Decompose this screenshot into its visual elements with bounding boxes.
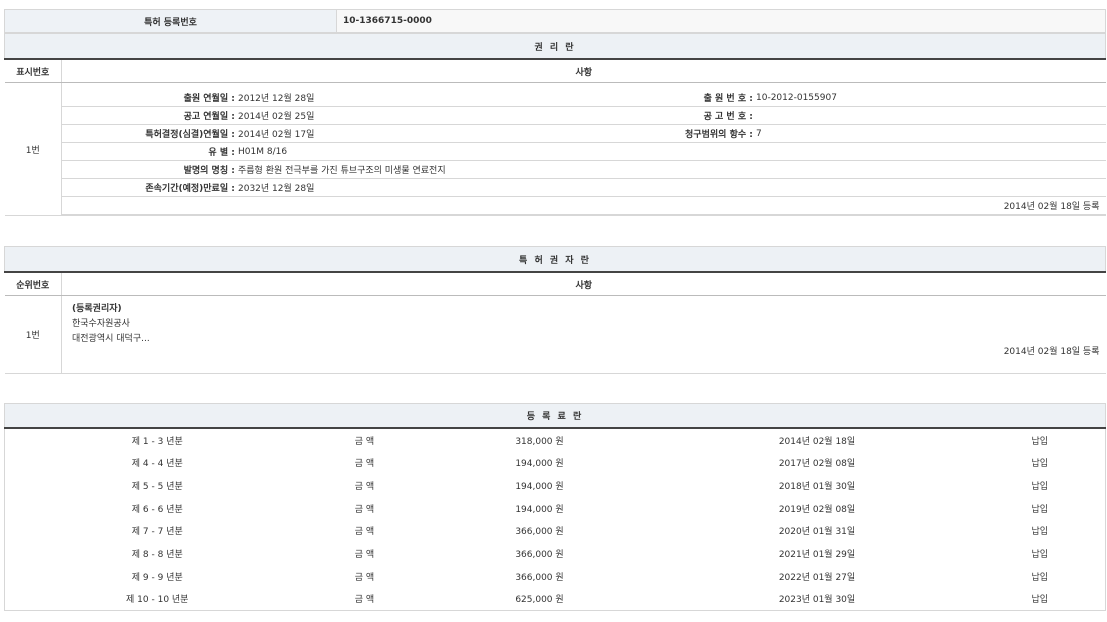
fee-period: 제 10 - 10 년분 [5,588,310,611]
holder-entry-index: 1번 [5,296,62,374]
fees-section: 등 록 료 란 제 1 - 3 년분금 액318,000 원2014년 02월 … [4,403,1106,611]
fee-amount-label: 금 액 [310,451,420,474]
fee-amount: 194,000 원 [420,474,660,497]
fee-payment-date: 2019년 02월 08일 [660,497,975,520]
fee-row: 제 5 - 5 년분금 액194,000 원2018년 01월 30일납입 [5,474,1106,497]
holder-name: 한국수자원공사 [72,316,1106,331]
fee-row: 제 7 - 7 년분금 액366,000 원2020년 01월 31일납입 [5,519,1106,542]
patent-number-label: 특허 등록번호 [5,10,337,33]
fee-amount-label: 금 액 [310,474,420,497]
fee-amount: 625,000 원 [420,588,660,611]
publication-number-value [756,107,1106,125]
fee-amount-label: 금 액 [310,565,420,588]
fee-amount-label: 금 액 [310,428,420,452]
rights-section: 권 리 란 표시번호 사항 1번 출원 연월일 : 2012년 12월 28일 … [4,33,1106,216]
filing-date-label: 출원 연월일 [184,94,229,104]
fee-row: 제 1 - 3 년분금 액318,000 원2014년 02월 18일납입 [5,428,1106,452]
fee-amount-label: 금 액 [310,588,420,611]
fee-payment-date: 2020년 01월 31일 [660,519,975,542]
rights-col-index: 표시번호 [5,59,62,83]
fee-row: 제 9 - 9 년분금 액366,000 원2022년 01월 27일납입 [5,565,1106,588]
fee-period: 제 9 - 9 년분 [5,565,310,588]
fee-amount: 366,000 원 [420,565,660,588]
fee-payment-date: 2018년 01월 30일 [660,474,975,497]
rights-entry-index: 1번 [5,83,62,216]
holder-col-details: 사항 [62,272,1106,296]
fee-amount-label: 금 액 [310,497,420,520]
fee-period: 제 6 - 6 년분 [5,497,310,520]
fee-status: 납입 [975,565,1106,588]
classification-label: 유 별 [208,148,228,158]
application-number-label: 출 원 번 호 [704,94,747,104]
fee-amount-label: 금 액 [310,519,420,542]
application-number-value: 10-2012-0155907 [756,89,1106,107]
fee-status: 납입 [975,542,1106,565]
publication-date-label: 공고 연월일 [184,112,229,122]
fee-period: 제 1 - 3 년분 [5,428,310,452]
fee-amount-label: 금 액 [310,542,420,565]
decision-date-value: 2014년 02월 17일 [238,125,510,143]
fee-row: 제 6 - 6 년분금 액194,000 원2019년 02월 08일납입 [5,497,1106,520]
publication-date-value: 2014년 02월 25일 [238,107,510,125]
fee-period: 제 7 - 7 년분 [5,519,310,542]
invention-title-value: 주름형 환원 전극부를 가진 튜브구조의 미생물 연료전지 [238,161,1106,179]
fee-amount: 366,000 원 [420,542,660,565]
fee-amount: 318,000 원 [420,428,660,452]
claims-count-value: 7 [756,125,1106,143]
fee-rows: 제 1 - 3 년분금 액318,000 원2014년 02월 18일납입제 4… [5,428,1106,611]
classification-value: H01M 8/16 [238,143,1106,161]
fee-payment-date: 2014년 02월 18일 [660,428,975,452]
fee-amount: 194,000 원 [420,497,660,520]
fee-row: 제 8 - 8 년분금 액366,000 원2021년 01월 29일납입 [5,542,1106,565]
fee-period: 제 5 - 5 년분 [5,474,310,497]
rights-registered-date: 2014년 02월 18일 등록 [62,197,1106,215]
patent-register: 특허 등록번호 10-1366715-0000 권 리 란 표시번호 사항 1번… [4,0,1106,611]
holder-registered-date: 2014년 02월 18일 등록 [72,344,1106,357]
fee-status: 납입 [975,497,1106,520]
invention-title-label: 발명의 명칭 [184,166,229,176]
decision-date-label: 특허결정(심결)연월일 [145,130,228,140]
rights-col-details: 사항 [62,59,1106,83]
fee-status: 납입 [975,451,1106,474]
fee-payment-date: 2021년 01월 29일 [660,542,975,565]
fee-payment-date: 2017년 02월 08일 [660,451,975,474]
holder-section: 특 허 권 자 란 순위번호 사항 1번 (등록권리자) 한국수자원공사 대전광… [4,246,1106,374]
patent-number-table: 특허 등록번호 10-1366715-0000 [4,9,1106,33]
claims-count-label: 청구범위의 항수 [685,130,746,140]
rights-entry-details: 출원 연월일 : 2012년 12월 28일 출 원 번 호 : 10-2012… [62,89,1106,215]
holder-type: (등록권리자) [72,301,1106,316]
patent-number-value: 10-1366715-0000 [337,10,1106,33]
fee-status: 납입 [975,519,1106,542]
fee-period: 제 4 - 4 년분 [5,451,310,474]
fee-status: 납입 [975,428,1106,452]
fee-amount: 366,000 원 [420,519,660,542]
fee-period: 제 8 - 8 년분 [5,542,310,565]
filing-date-value: 2012년 12월 28일 [238,89,510,107]
fee-payment-date: 2023년 01월 30일 [660,588,975,611]
holder-section-title: 특 허 권 자 란 [5,247,1106,273]
fee-row: 제 10 - 10 년분금 액625,000 원2023년 01월 30일납입 [5,588,1106,611]
expiry-date-value: 2032년 12월 28일 [238,179,1106,197]
publication-number-label: 공 고 번 호 [704,112,747,122]
fee-status: 납입 [975,588,1106,611]
fee-status: 납입 [975,474,1106,497]
fee-row: 제 4 - 4 년분금 액194,000 원2017년 02월 08일납입 [5,451,1106,474]
rights-section-title: 권 리 란 [5,34,1106,60]
holder-col-index: 순위번호 [5,272,62,296]
fee-payment-date: 2022년 01월 27일 [660,565,975,588]
fees-section-title: 등 록 료 란 [5,404,1106,428]
fee-amount: 194,000 원 [420,451,660,474]
expiry-date-label: 존속기간(예정)만료일 [145,184,228,194]
